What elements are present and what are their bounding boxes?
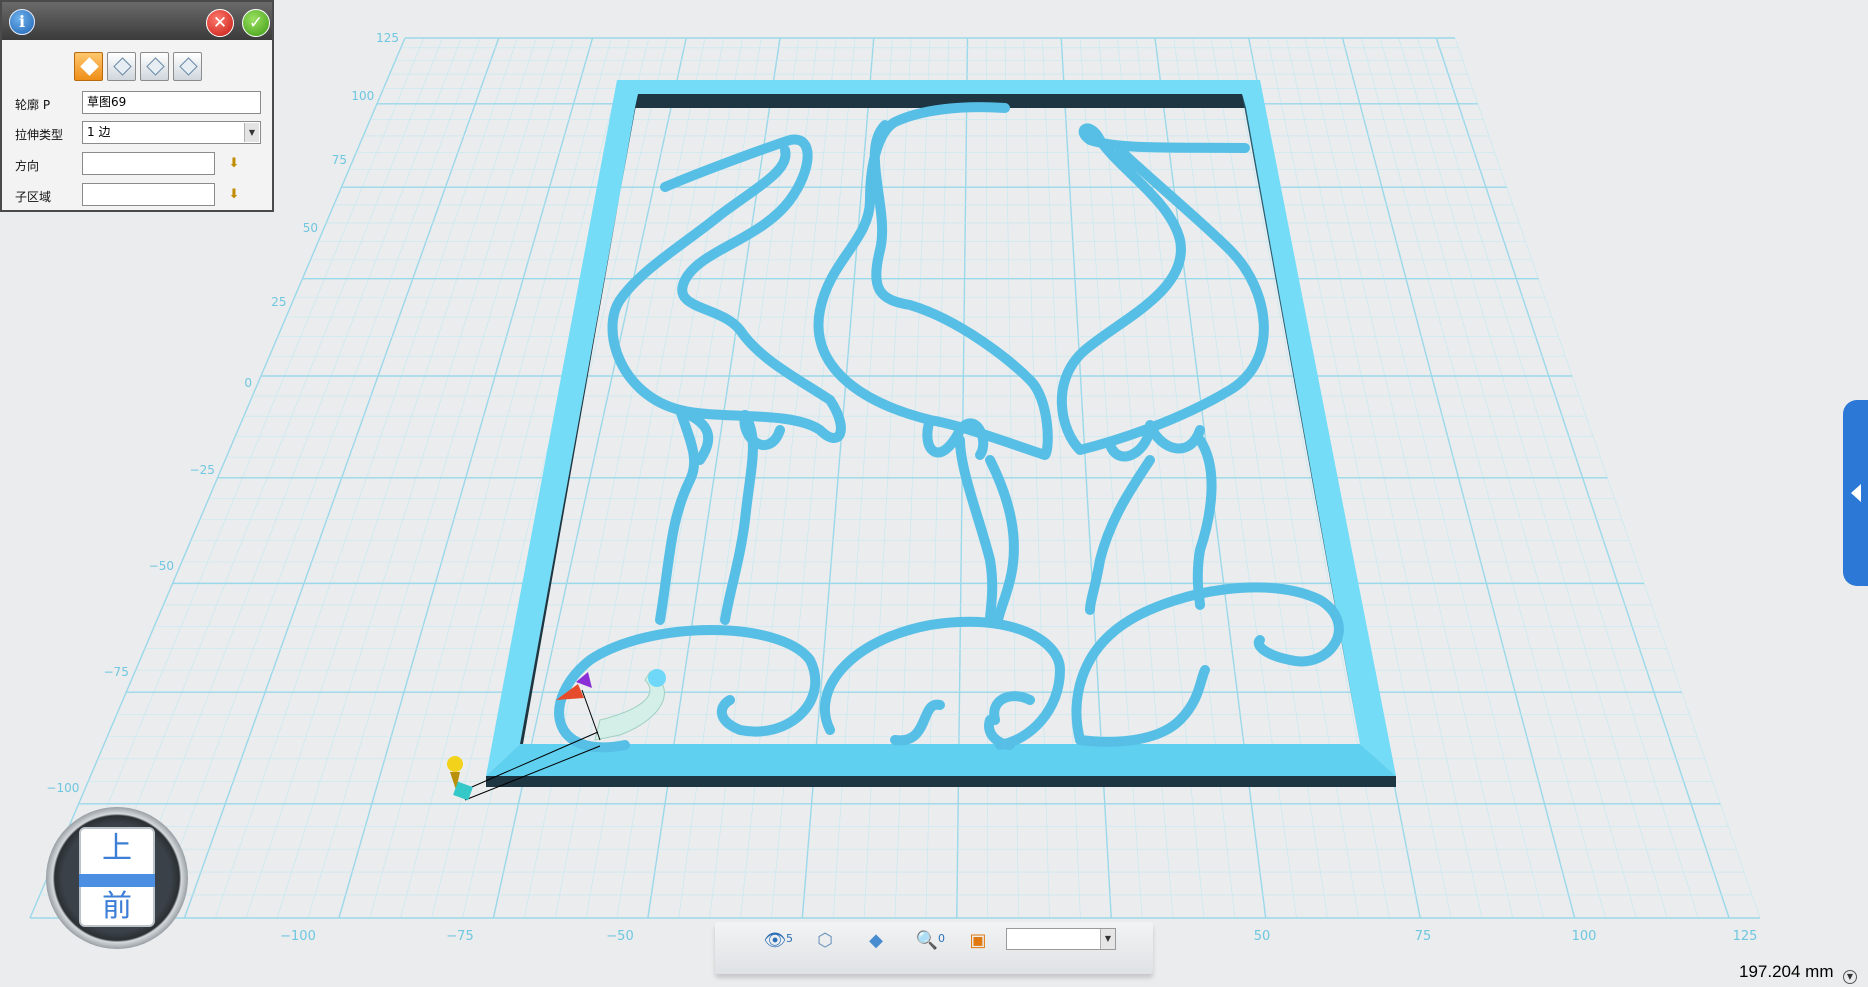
view-cube-icon[interactable]: ⬡ [812,928,838,954]
y-tick-label: 25 [271,295,286,309]
extrude-dialog: i ✕ ✓ 轮廓 P 草图69 拉伸类型 1 边 ▼ 方向 ⬇ 子区域 ⬇ [0,0,274,212]
view-cube-edge[interactable] [79,874,155,887]
y-tick-label: −100 [46,781,79,795]
extrude-type-select[interactable]: 1 边 ▼ [82,121,261,144]
extrude-type-row: 拉伸类型 1 边 ▼ [2,121,272,147]
chevron-left-icon [1851,484,1861,502]
extrude-symmetric-icon[interactable] [107,52,136,81]
sub-region-field[interactable] [82,183,215,206]
view-toolbar: 👁 5 ⬡ ◆ 🔍 0 ▣ ▼ [715,922,1153,974]
view-front-label[interactable]: 前 [79,887,155,927]
view-select-value [1007,933,1011,947]
extrude-type-label: 拉伸类型 [15,128,64,142]
model-frame[interactable] [486,80,1396,787]
sub-region-label: 子区域 [15,190,52,204]
y-tick-label: 125 [376,31,399,45]
x-tick-label: 50 [1254,929,1271,944]
chevron-down-icon[interactable]: ▼ [1843,970,1857,984]
view-cube[interactable]: 上 前 [46,807,188,949]
chevron-down-icon[interactable]: ▼ [244,123,259,142]
y-tick-label: 100 [351,89,374,103]
dialog-titlebar: i ✕ ✓ [2,2,272,40]
side-panel-toggle[interactable] [1843,400,1868,586]
extrude-one-side-icon[interactable] [74,52,103,81]
extrude-cut-icon[interactable] [140,52,169,81]
render-mode-icon[interactable]: ◆ [863,928,889,954]
direction-row: 方向 ⬇ [2,152,272,178]
profile-label: 轮廓 P [15,98,51,112]
view-top-label[interactable]: 上 [79,829,155,869]
pick-sub-region-icon[interactable]: ⬇ [226,187,242,203]
zoom-icon[interactable]: 🔍 [914,928,940,954]
x-tick-label: 75 [1415,929,1432,944]
extrude-type-value: 1 边 [87,125,111,139]
x-tick-label: −100 [280,929,316,944]
3d-viewport[interactable]: 1251007550250−25−50−75−100 −100 −75 −50 50 7… [0,0,1868,987]
y-tick-label: 0 [244,376,252,390]
extrude-both-icon[interactable] [173,52,202,81]
direction-label: 方向 [15,159,40,173]
pick-direction-icon[interactable]: ⬇ [226,156,242,172]
direction-field[interactable] [82,152,215,175]
fit-view-icon[interactable]: ▣ [965,928,991,954]
y-tick-label: −50 [149,559,174,573]
profile-row: 轮廓 P 草图69 [2,91,272,117]
info-icon[interactable]: i [9,9,35,35]
sub-region-row: 子区域 ⬇ [2,183,272,209]
view-select[interactable]: ▼ [1006,928,1116,950]
chevron-down-icon[interactable]: ▼ [1100,929,1115,949]
zoom-suffix: 0 [938,932,945,945]
confirm-button[interactable]: ✓ [242,9,270,37]
y-tick-label: 75 [332,153,347,167]
x-tick-label: 125 [1733,929,1758,944]
cancel-button[interactable]: ✕ [206,9,234,37]
y-tick-label: −75 [104,665,129,679]
measurement-readout: 197.204 mm [1739,962,1834,981]
y-tick-label: −25 [190,463,215,477]
visibility-suffix: 5 [786,932,793,945]
x-tick-label: −75 [446,929,473,944]
y-tick-label: 50 [303,221,318,235]
x-tick-label: −50 [606,929,633,944]
profile-field[interactable]: 草图69 [82,91,261,114]
view-visibility-icon[interactable]: 👁 [762,928,788,954]
crane-model[interactable] [554,102,1344,753]
x-tick-label: 100 [1572,929,1597,944]
